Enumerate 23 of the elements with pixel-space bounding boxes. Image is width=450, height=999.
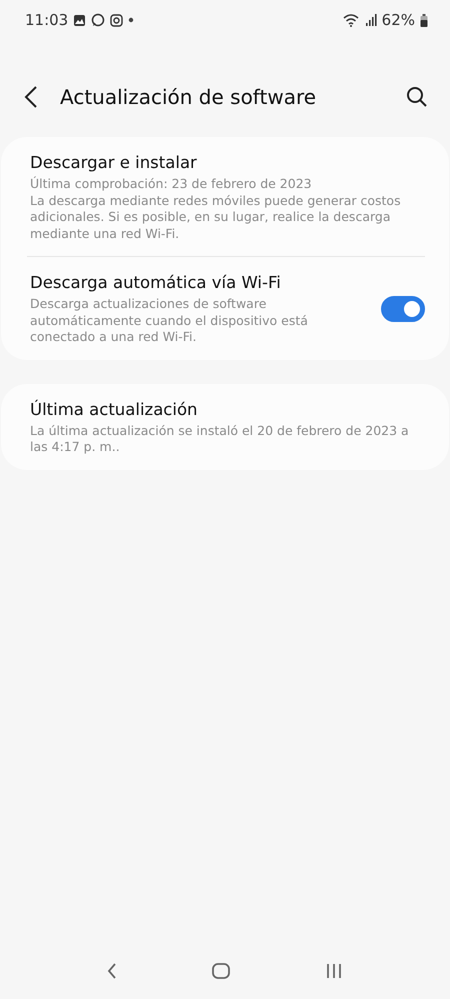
- back-nav-button[interactable]: [107, 962, 117, 980]
- battery-percent: 62%: [382, 11, 415, 29]
- wifi-icon: [342, 13, 360, 27]
- page-title: Actualización de software: [60, 85, 318, 109]
- setting-description: La descarga mediante redes móviles puede generar costos adicionales. Si es posible, en su lugar, realice la descarga mediante una red Wi-Fi.: [30, 192, 402, 242]
- back-button[interactable]: [24, 85, 38, 109]
- signal-icon: [364, 14, 377, 26]
- setting-description: La última actualización se instaló el 20 de febrero de 2023 a las 4:17 p. m..: [30, 422, 410, 456]
- toggle-switch[interactable]: [381, 296, 425, 322]
- status-time: 11:03: [25, 11, 68, 29]
- search-button[interactable]: [406, 86, 428, 108]
- setting-description: Descarga actualizaciones de software automáticamente cuando el dispositivo está conectado a una red Wi-Fi.: [30, 296, 309, 346]
- setting-title[interactable]: Descarga automática vía Wi-Fi: [30, 273, 371, 292]
- setting-title[interactable]: Descargar e instalar: [30, 153, 425, 172]
- setting-title[interactable]: Última actualización: [30, 400, 425, 418]
- dot-icon: [128, 17, 134, 23]
- chat-icon: [91, 13, 106, 27]
- home-button[interactable]: [211, 962, 231, 980]
- recents-button[interactable]: [325, 962, 343, 980]
- battery-icon: [420, 14, 428, 26]
- camera-icon: [110, 14, 124, 26]
- gallery-icon: [73, 14, 86, 26]
- setting-description: Última comprobación: 23 de febrero de 2023: [30, 176, 313, 192]
